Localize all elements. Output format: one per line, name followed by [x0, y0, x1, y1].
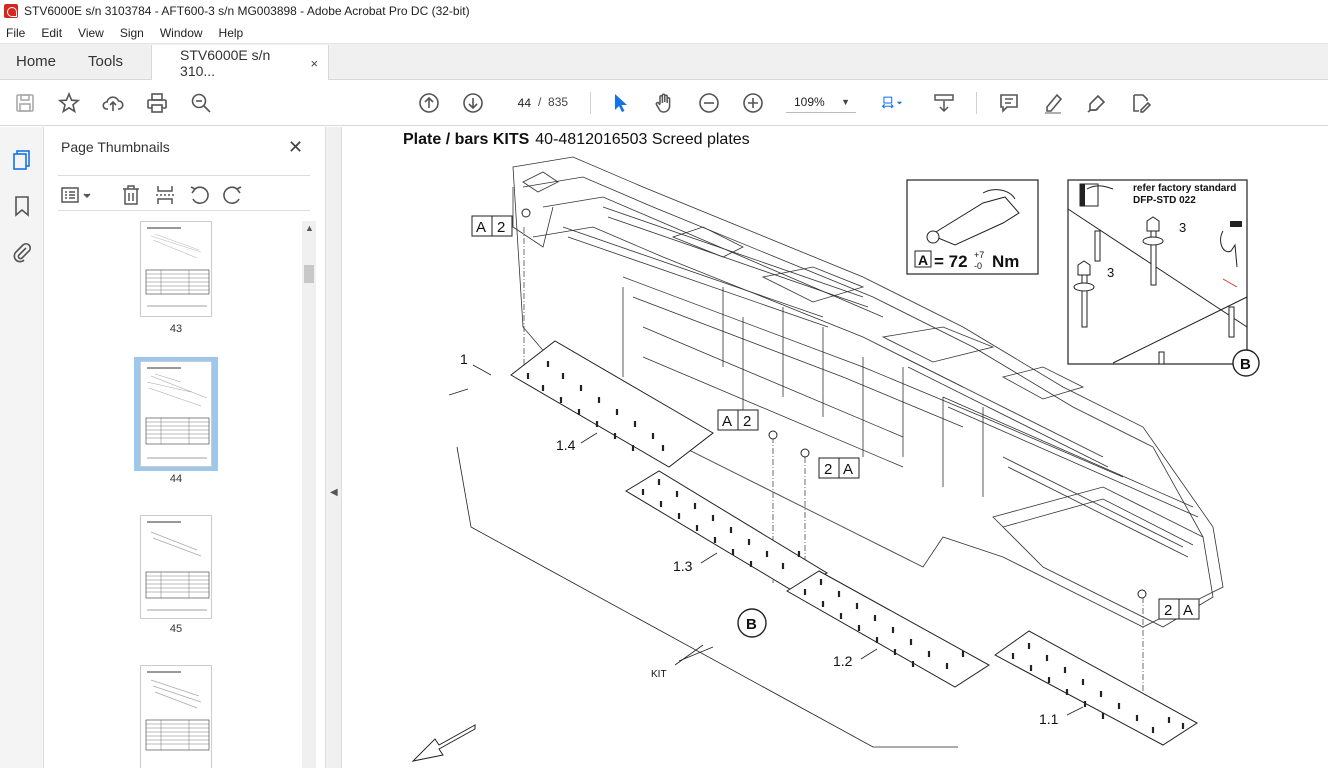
next-page-icon[interactable]: [461, 91, 485, 115]
sign-pen-icon[interactable]: [1085, 91, 1109, 115]
page-thumbnail-selected[interactable]: [140, 361, 212, 467]
highlight-pen-icon[interactable]: [1041, 91, 1065, 115]
acrobat-app-icon: [4, 4, 18, 18]
menu-window[interactable]: Window: [152, 26, 211, 40]
callout-a: A: [722, 413, 732, 430]
callout-b: B: [746, 616, 757, 633]
total-pages: 835: [548, 95, 569, 109]
callout-2: 2: [497, 219, 505, 236]
zoom-level-value: 109%: [794, 95, 825, 109]
torque-tolerance-minus: -0: [974, 261, 982, 271]
menu-help[interactable]: Help: [211, 26, 252, 40]
torque-box-letter: A: [918, 252, 928, 268]
window-title: STV6000E s/n 3103784 - AFT600-3 s/n MG00…: [24, 4, 470, 18]
part-label-1: 1: [460, 351, 468, 367]
torque-spec-box: A = 72 +7 -0 Nm: [906, 179, 1039, 275]
inset-number-3: 3: [1107, 265, 1114, 280]
tab-document-label: STV6000E s/n 310...: [180, 47, 271, 79]
torque-tolerance-plus: +7: [974, 250, 984, 260]
page-separator: /: [538, 95, 542, 109]
callout-a: A: [476, 219, 486, 236]
left-navigation-rail: [0, 127, 44, 768]
find-zoom-icon[interactable]: [189, 91, 213, 115]
detail-b-inset: refer factory standard DFP-STD 022 3 3 B: [1067, 179, 1260, 377]
thumbnail-toolbar: [58, 175, 310, 211]
page-count: / 835: [538, 91, 568, 113]
thumbnail-label: 43: [169, 323, 183, 335]
tab-tools[interactable]: Tools: [72, 44, 139, 79]
callout-b: B: [1240, 356, 1251, 373]
inset-standard-line1: refer factory standard: [1133, 183, 1236, 194]
tab-document[interactable]: STV6000E s/n 310... ×: [151, 45, 330, 81]
page-fit-icon[interactable]: [876, 91, 910, 115]
callout-a: A: [1183, 602, 1193, 619]
toolbar-divider: [590, 92, 591, 114]
part-label-1-4: 1.4: [556, 437, 576, 453]
tab-close-button[interactable]: ×: [310, 56, 318, 71]
rotate-right-icon[interactable]: [222, 184, 244, 206]
part-label-1-2: 1.2: [833, 653, 853, 669]
save-icon[interactable]: [13, 91, 37, 115]
thumbnail-options-icon[interactable]: [60, 184, 94, 206]
delete-page-icon[interactable]: [120, 184, 142, 206]
inset-standard-line2: DFP-STD 022: [1133, 195, 1196, 206]
thumbnail-label: 45: [169, 623, 183, 635]
thumbnail-list: 43 44 45 ▲: [58, 217, 316, 768]
page-number-input[interactable]: 44: [506, 91, 534, 113]
page-thumbnail[interactable]: [140, 221, 212, 317]
thumbnail-scrollbar[interactable]: ▲: [302, 221, 316, 768]
menu-edit[interactable]: Edit: [33, 26, 70, 40]
attachments-paperclip-icon[interactable]: [11, 241, 33, 263]
zoom-out-icon[interactable]: [697, 91, 721, 115]
tab-home[interactable]: Home: [0, 44, 72, 79]
print-icon[interactable]: [145, 91, 169, 115]
page-thumbnails-icon[interactable]: [11, 149, 33, 171]
scroll-up-icon[interactable]: ▲: [305, 223, 314, 233]
inset-number-3: 3: [1179, 220, 1186, 235]
insert-page-icon[interactable]: [154, 184, 176, 206]
scrollbar-thumb[interactable]: [304, 265, 314, 283]
menu-view[interactable]: View: [70, 26, 112, 40]
upload-cloud-icon[interactable]: [101, 91, 125, 115]
page-thumbnail[interactable]: [140, 665, 212, 768]
menu-file[interactable]: File: [0, 26, 33, 40]
panel-collapse-strip[interactable]: ◀: [326, 127, 342, 768]
menu-bar: File Edit View Sign Window Help: [0, 22, 1328, 44]
panel-title: Page Thumbnails: [61, 139, 170, 155]
chevron-down-icon: ▼: [841, 97, 850, 107]
zoom-in-icon[interactable]: [741, 91, 765, 115]
previous-page-icon[interactable]: [417, 91, 441, 115]
select-cursor-icon[interactable]: [608, 91, 632, 115]
bookmark-star-icon[interactable]: [57, 91, 81, 115]
rotate-left-icon[interactable]: [188, 184, 210, 206]
callout-a: A: [843, 461, 853, 478]
parts-drawing: A 2 A 2 2 A 2 A B 1 1.4 1.3 1.2 1.1 KIT: [411, 156, 1260, 762]
comment-icon[interactable]: [997, 91, 1021, 115]
hand-tool-icon[interactable]: [652, 91, 676, 115]
callout-2: 2: [1164, 602, 1172, 619]
zoom-level-select[interactable]: 109% ▼: [786, 91, 856, 113]
panel-close-button[interactable]: ✕: [288, 137, 303, 158]
tab-bar: Home Tools STV6000E s/n 310... ×: [0, 44, 1328, 81]
page-thumbnails-panel: Page Thumbnails ✕ 43 44 45 ▲: [44, 127, 326, 768]
callout-2: 2: [824, 461, 832, 478]
callout-2: 2: [743, 413, 751, 430]
part-label-1-3: 1.3: [673, 558, 693, 574]
bookmarks-icon[interactable]: [11, 195, 33, 217]
window-titlebar: STV6000E s/n 3103784 - AFT600-3 s/n MG00…: [0, 0, 1328, 22]
thumbnail-label: 44: [169, 473, 183, 485]
toolbar-divider: [976, 92, 977, 114]
torque-value: = 72: [934, 252, 968, 271]
document-view[interactable]: Plate / bars KITS 40-4812016503 Screed pl…: [343, 127, 1328, 768]
page-thumbnail[interactable]: [140, 515, 212, 619]
edit-pdf-icon[interactable]: [1129, 91, 1153, 115]
scroll-mode-icon[interactable]: [932, 91, 956, 115]
menu-sign[interactable]: Sign: [112, 26, 152, 40]
collapse-panel-icon[interactable]: ◀: [330, 487, 338, 498]
part-label-kit: KIT: [651, 669, 667, 680]
torque-unit: Nm: [992, 252, 1019, 271]
main-toolbar: 44 / 835 109% ▼: [0, 80, 1328, 126]
part-label-1-1: 1.1: [1039, 711, 1059, 727]
